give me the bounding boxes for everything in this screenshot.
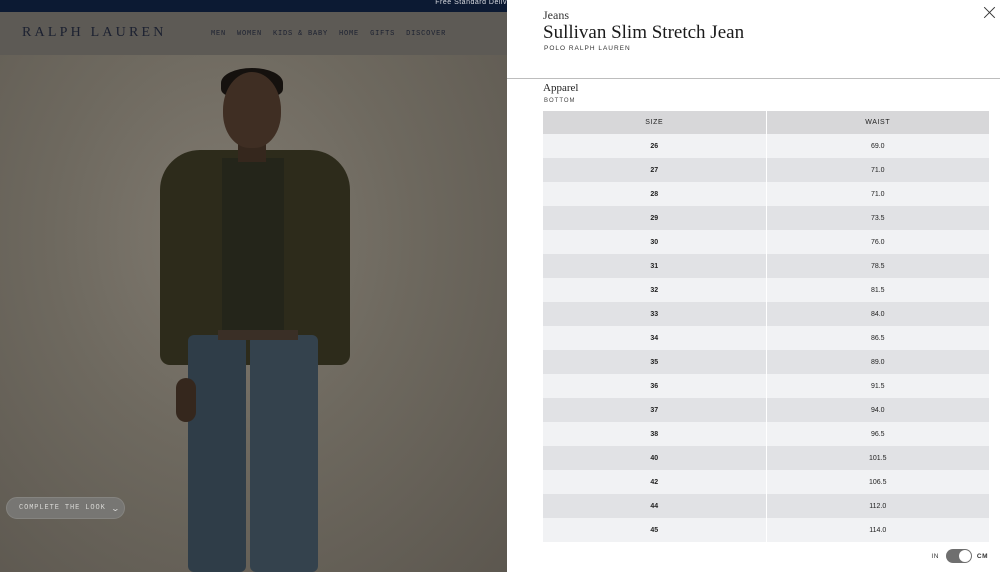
size-cell: 32 <box>650 286 659 294</box>
table-row: 38 96.5 <box>543 422 989 446</box>
complete-the-look-label: COMPLETE THE LOOK <box>19 504 106 512</box>
product-title: Sullivan Slim Stretch Jean <box>543 22 745 43</box>
table-row: 28 71.0 <box>543 182 989 206</box>
waist-cell: 76.0 <box>765 230 990 254</box>
model-hand <box>176 378 196 422</box>
unit-cm-label[interactable]: CM <box>977 553 988 560</box>
switch-knob <box>958 550 971 562</box>
chevron-down-icon: ⌄ <box>110 503 120 513</box>
waist-cell: 94.0 <box>765 398 990 422</box>
nav-item-women[interactable]: WOMEN <box>237 30 262 38</box>
site-header: RALPH LAUREN MEN WOMEN KIDS & BABY HOME … <box>0 12 507 55</box>
waist-cell: 78.5 <box>765 254 990 278</box>
section-subtitle: BOTTOM <box>544 98 576 104</box>
promo-bar: Free Standard Deliv <box>0 0 507 12</box>
table-row: 32 81.5 <box>543 278 989 302</box>
model-leg-left <box>188 335 246 572</box>
table-row: 33 84.0 <box>543 302 989 326</box>
section-title: Apparel <box>543 82 579 94</box>
unit-switch[interactable] <box>945 549 972 563</box>
waist-cell: 73.5 <box>765 206 990 230</box>
size-cell: 38 <box>650 430 659 438</box>
table-row: 29 73.5 <box>543 206 989 230</box>
waist-cell: 112.0 <box>765 494 990 518</box>
waist-cell: 84.0 <box>765 302 990 326</box>
table-row: 44 112.0 <box>543 494 989 518</box>
table-header: SIZE WAIST <box>543 111 989 134</box>
header-size: SIZE <box>543 111 766 134</box>
waist-cell: 106.5 <box>765 470 990 494</box>
table-row: 26 69.0 <box>543 134 989 158</box>
unit-toggle: IN CM <box>931 549 988 563</box>
table-row: 35 89.0 <box>543 350 989 374</box>
close-icon[interactable] <box>983 5 997 19</box>
waist-cell: 71.0 <box>765 158 990 182</box>
site-logo[interactable]: RALPH LAUREN <box>22 25 167 41</box>
nav-item-home[interactable]: HOME <box>339 30 359 38</box>
unit-in-label[interactable]: IN <box>931 553 939 560</box>
nav-item-kids-baby[interactable]: KIDS & BABY <box>273 30 328 38</box>
waist-cell: 96.5 <box>765 422 990 446</box>
waist-cell: 81.5 <box>765 278 990 302</box>
size-cell: 36 <box>650 382 659 390</box>
size-cell: 34 <box>650 334 659 342</box>
nav-item-discover[interactable]: DISCOVER <box>406 30 446 38</box>
product-brand: POLO RALPH LAUREN <box>544 45 631 52</box>
complete-the-look-button[interactable]: COMPLETE THE LOOK ⌄ <box>6 497 125 519</box>
table-row: 37 94.0 <box>543 398 989 422</box>
waist-cell: 91.5 <box>765 374 990 398</box>
waist-cell: 69.0 <box>765 134 990 158</box>
waist-cell: 89.0 <box>765 350 990 374</box>
size-cell: 28 <box>650 190 659 198</box>
table-row: 34 86.5 <box>543 326 989 350</box>
size-chart-panel: Jeans Sullivan Slim Stretch Jean POLO RA… <box>507 0 1000 572</box>
size-cell: 37 <box>650 406 659 414</box>
model-leg-right <box>250 335 318 572</box>
background-page: Free Standard Deliv RALPH LAUREN MEN WOM… <box>0 0 507 572</box>
main-nav: MEN WOMEN KIDS & BABY HOME GIFTS DISCOVE… <box>211 30 457 38</box>
size-cell: 45 <box>650 526 659 534</box>
table-row: 27 71.0 <box>543 158 989 182</box>
table-row: 45 114.0 <box>543 518 989 542</box>
size-cell: 42 <box>650 478 659 486</box>
nav-item-gifts[interactable]: GIFTS <box>370 30 395 38</box>
table-row: 42 106.5 <box>543 470 989 494</box>
waist-cell: 71.0 <box>765 182 990 206</box>
table-row: 36 91.5 <box>543 374 989 398</box>
size-cell: 29 <box>650 214 659 222</box>
header-waist: WAIST <box>766 111 989 134</box>
table-row: 30 76.0 <box>543 230 989 254</box>
model-belt <box>218 330 298 340</box>
table-row: 40 101.5 <box>543 446 989 470</box>
waist-cell: 86.5 <box>765 326 990 350</box>
waist-cell: 101.5 <box>765 446 990 470</box>
size-cell: 27 <box>650 166 659 174</box>
nav-item-men[interactable]: MEN <box>211 30 226 38</box>
divider <box>507 78 1000 79</box>
size-cell: 26 <box>650 142 659 150</box>
size-cell: 35 <box>650 358 659 366</box>
model-shirt <box>222 158 284 338</box>
size-cell: 44 <box>650 502 659 510</box>
table-body: 26 69.0 27 71.0 28 71.0 29 73.5 30 76.0 31 78.5 32 81… <box>543 134 989 542</box>
size-cell: 40 <box>650 454 659 462</box>
size-cell: 30 <box>650 238 659 246</box>
size-table: SIZE WAIST 26 69.0 27 71.0 28 71.0 29 73.5 30 76.… <box>543 111 989 542</box>
size-cell: 33 <box>650 310 659 318</box>
size-cell: 31 <box>650 262 659 270</box>
model-head <box>223 72 281 148</box>
waist-cell: 114.0 <box>765 518 990 542</box>
product-category: Jeans <box>543 8 569 22</box>
promo-text[interactable]: Free Standard Deliv <box>435 0 507 6</box>
table-row: 31 78.5 <box>543 254 989 278</box>
